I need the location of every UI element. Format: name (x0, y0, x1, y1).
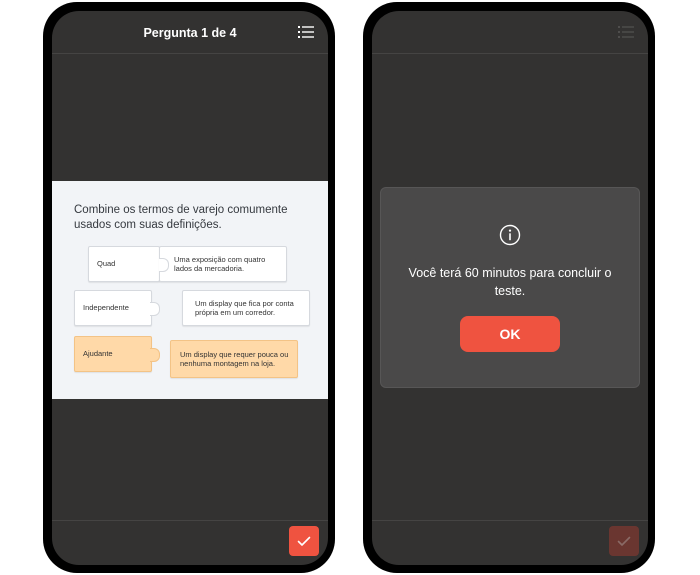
quiz-screen-with-modal: Você terá 60 minutos para concluir o tes… (372, 11, 648, 565)
term-piece-ajudante[interactable]: Ajudante (74, 336, 160, 372)
footer-bar (372, 520, 648, 565)
definition-label: Um display que fica por conta própria em… (195, 298, 294, 318)
puzzle-tab (150, 348, 160, 362)
question-prompt: Combine os termos de varejo comumente us… (74, 204, 288, 231)
submit-button[interactable] (289, 526, 319, 556)
header-bar: Pergunta 1 de 4 (52, 11, 328, 54)
question-card: Combine os termos de varejo comumente us… (52, 181, 328, 399)
term-label: Quad (97, 259, 116, 269)
page-title: Pergunta 1 de 4 (143, 26, 237, 40)
list-icon[interactable] (298, 26, 314, 38)
puzzle-notch (159, 258, 169, 272)
definition-piece-1[interactable]: Uma exposição com quatro lados da mercad… (159, 246, 287, 282)
term-piece-independente[interactable]: Independente (74, 290, 160, 326)
definition-piece-3[interactable]: Um display que requer pouca ou nenhuma m… (170, 340, 298, 378)
info-icon (499, 224, 521, 246)
phone-frame-left: Pergunta 1 de 4 Combine os termos de var… (43, 2, 335, 573)
definition-label: Uma exposição com quatro lados da mercad… (174, 254, 266, 274)
list-icon (618, 26, 634, 38)
footer-bar (52, 520, 328, 565)
term-label: Ajudante (83, 349, 113, 359)
dialog-message: Você terá 60 minutos para concluir o tes… (408, 266, 612, 298)
definition-piece-2[interactable]: Um display que fica por conta própria em… (182, 290, 310, 326)
definition-label: Um display que requer pouca ou nenhuma m… (180, 349, 289, 369)
header-bar (372, 11, 648, 54)
ok-button[interactable]: OK (460, 316, 560, 352)
term-label: Independente (83, 303, 129, 313)
quiz-screen: Pergunta 1 de 4 Combine os termos de var… (52, 11, 328, 565)
info-dialog: Você terá 60 minutos para concluir o tes… (381, 188, 639, 387)
check-icon (297, 536, 311, 546)
submit-button-disabled (609, 526, 639, 556)
puzzle-tab (150, 302, 160, 316)
phone-frame-right: Você terá 60 minutos para concluir o tes… (363, 2, 655, 573)
check-icon (617, 536, 631, 546)
term-piece-quad[interactable]: Quad (88, 246, 160, 282)
